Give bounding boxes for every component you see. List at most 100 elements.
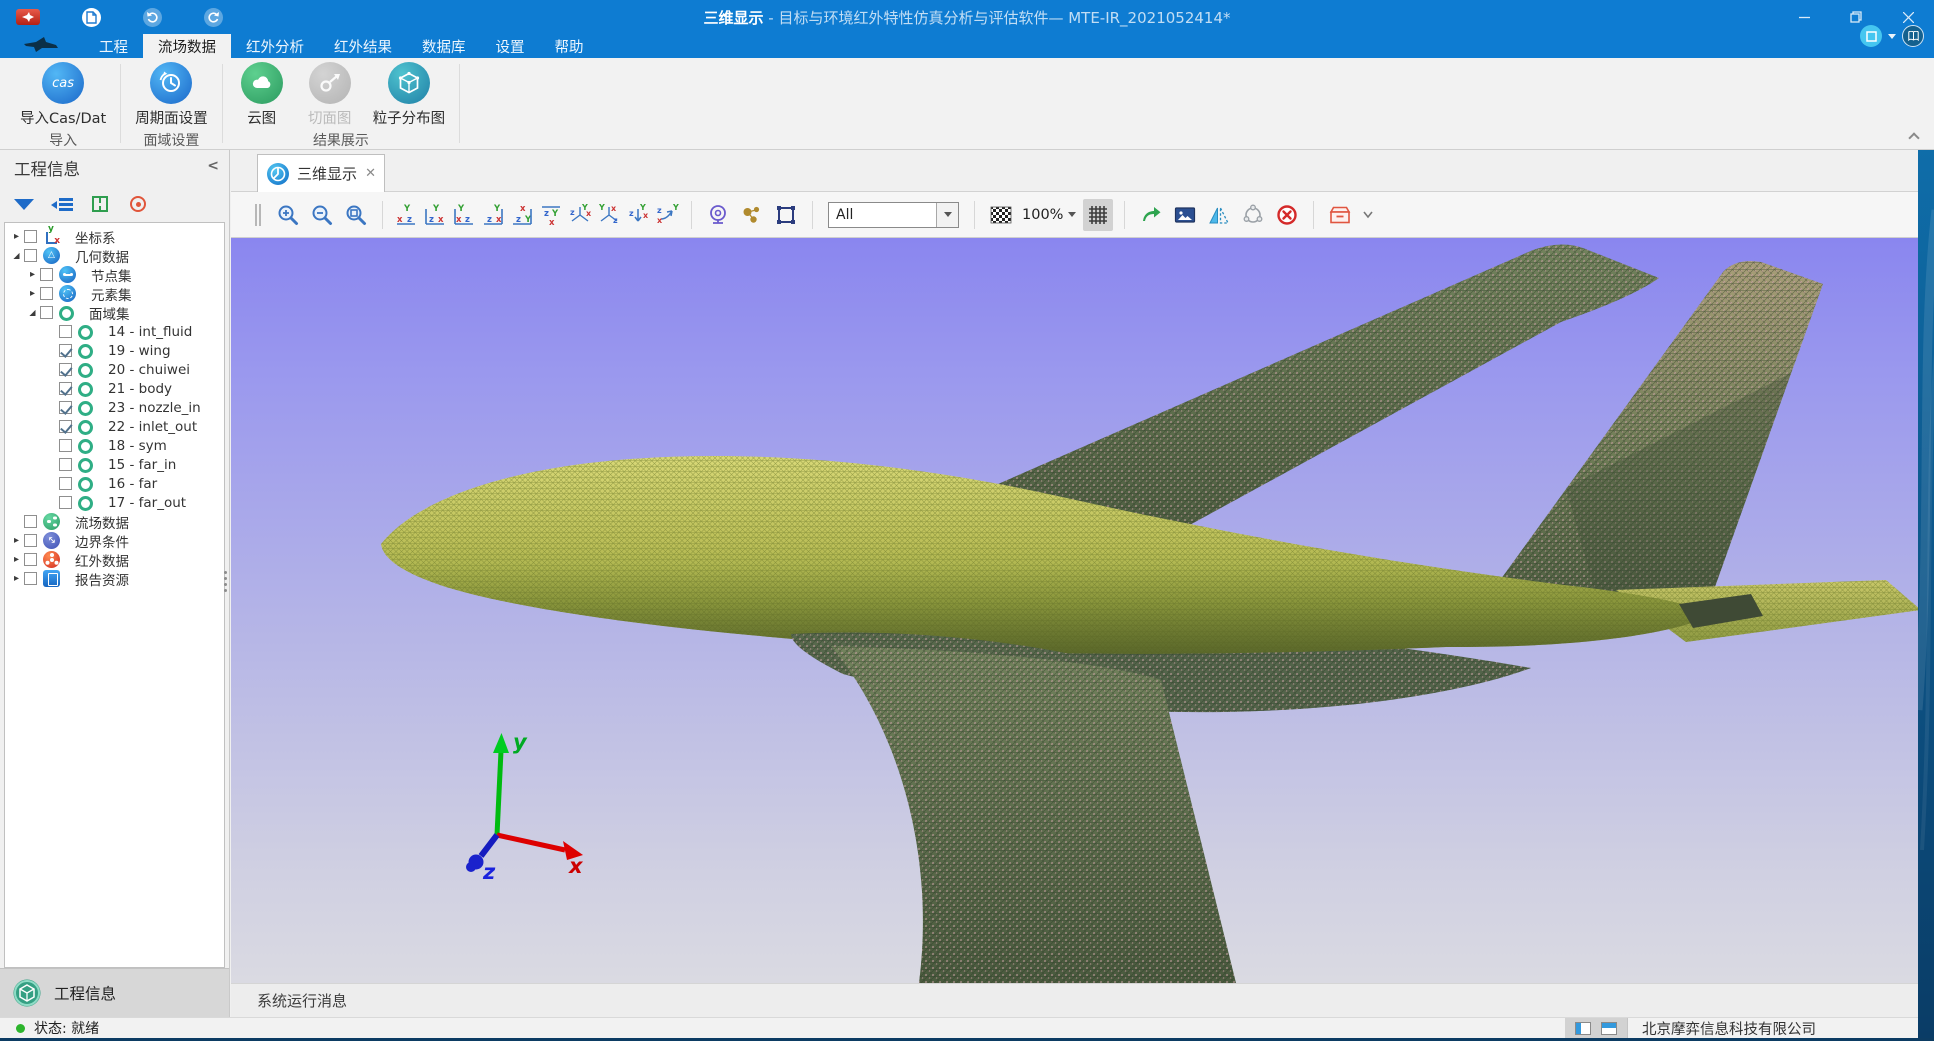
orbit-button[interactable] <box>1238 199 1268 231</box>
zoom-out-button[interactable] <box>307 199 337 231</box>
layout-top-panel-icon[interactable] <box>1601 1022 1617 1035</box>
toolbar-drag-handle[interactable] <box>255 204 261 226</box>
tree-item[interactable]: 22 - inlet_out <box>5 417 224 436</box>
tree-grid-view-button[interactable] <box>88 192 112 216</box>
visibility-checkbox[interactable] <box>40 287 53 300</box>
tree-item[interactable]: 19 - wing <box>5 341 224 360</box>
expand-arrow-icon[interactable] <box>26 303 39 322</box>
view-front-button[interactable]: xzY <box>394 199 419 231</box>
visibility-checkbox[interactable] <box>59 420 72 433</box>
archive-dropdown-button[interactable] <box>1359 199 1377 231</box>
zoom-level-dropdown[interactable]: 100% <box>1022 207 1076 223</box>
view-iso-ne-button[interactable]: zxY <box>655 199 680 231</box>
tree-item[interactable]: 面域集 <box>5 303 224 322</box>
particle-trace-button[interactable] <box>737 199 767 231</box>
export-view-button[interactable] <box>1136 199 1166 231</box>
redo-button[interactable] <box>204 8 223 27</box>
minimize-button[interactable] <box>1778 0 1830 34</box>
visibility-checkbox[interactable] <box>40 306 53 319</box>
tree-item[interactable]: 边界条件 <box>5 531 224 550</box>
visibility-checkbox[interactable] <box>24 515 37 528</box>
visibility-checkbox[interactable] <box>59 325 72 338</box>
menu-tab[interactable]: 流场数据 <box>143 34 231 58</box>
view-left-button[interactable]: xzY <box>452 199 477 231</box>
visibility-checkbox[interactable] <box>40 268 53 281</box>
view-right-button[interactable]: zxY <box>481 199 506 231</box>
view-iso-sw-button[interactable]: zYx <box>568 199 593 231</box>
expand-arrow-icon[interactable] <box>10 246 23 265</box>
style-dropdown-caret[interactable] <box>1888 34 1896 39</box>
project-info-dock-tab[interactable]: 工程信息 <box>0 968 229 1017</box>
tab-3d-view[interactable]: 三维显示 ✕ <box>257 154 385 192</box>
layout-left-panel-icon[interactable] <box>1575 1022 1591 1035</box>
tree-item[interactable]: 几何数据 <box>5 246 224 265</box>
style-switch-button[interactable] <box>1860 25 1882 47</box>
expand-arrow-icon[interactable] <box>10 227 23 246</box>
menu-tab[interactable]: 帮助 <box>540 34 599 58</box>
tree-item[interactable]: 元素集 <box>5 284 224 303</box>
visibility-checkbox[interactable] <box>59 496 72 509</box>
tree-item[interactable]: 报告资源 <box>5 569 224 588</box>
zoom-fit-button[interactable] <box>341 199 371 231</box>
menu-tab[interactable]: 数据库 <box>407 34 481 58</box>
tree-item[interactable]: 23 - nozzle_in <box>5 398 224 417</box>
view-iso-se-button[interactable]: Yxz <box>597 199 622 231</box>
periodic-surface-settings-button[interactable]: 周期面设置 <box>131 62 212 128</box>
tree-collapse-all-button[interactable] <box>50 192 74 216</box>
expand-arrow-icon[interactable] <box>10 531 23 550</box>
viewport-3d[interactable]: y x z <box>231 238 1918 983</box>
tree-filter-button[interactable] <box>12 192 36 216</box>
visibility-checkbox[interactable] <box>59 382 72 395</box>
visibility-checkbox[interactable] <box>59 439 72 452</box>
menu-tab[interactable]: 设置 <box>481 34 540 58</box>
tree-item[interactable]: 流场数据 <box>5 512 224 531</box>
undo-button[interactable] <box>143 8 162 27</box>
tree-item[interactable]: 18 - sym <box>5 436 224 455</box>
snapshot-button[interactable] <box>1170 199 1200 231</box>
visibility-checkbox[interactable] <box>24 572 37 585</box>
view-top-button[interactable]: zYx <box>510 199 535 231</box>
visibility-checkbox[interactable] <box>59 344 72 357</box>
tab-close-icon[interactable]: ✕ <box>365 166 376 181</box>
visibility-checkbox[interactable] <box>24 534 37 547</box>
display-filter-combobox[interactable]: All <box>828 202 959 228</box>
transparency-button[interactable] <box>986 199 1016 231</box>
menu-tab[interactable]: 工程 <box>84 34 143 58</box>
tree-item[interactable]: 14 - int_fluid <box>5 322 224 341</box>
visibility-checkbox[interactable] <box>59 401 72 414</box>
archive-box-button[interactable] <box>1325 199 1355 231</box>
probe-button[interactable] <box>703 199 733 231</box>
visibility-checkbox[interactable] <box>59 363 72 376</box>
particle-distribution-button[interactable]: 粒子分布图 <box>369 62 450 128</box>
expand-arrow-icon[interactable] <box>10 569 23 588</box>
view-bottom-button[interactable]: zYx <box>539 199 564 231</box>
tree-item[interactable]: 节点集 <box>5 265 224 284</box>
visibility-checkbox[interactable] <box>24 230 37 243</box>
box-select-button[interactable] <box>771 199 801 231</box>
mirror-button[interactable] <box>1204 199 1234 231</box>
menu-tab[interactable]: 红外分析 <box>231 34 319 58</box>
tree-item[interactable]: 16 - far <box>5 474 224 493</box>
expand-arrow-icon[interactable] <box>26 265 39 284</box>
ribbon-collapse-chevron-icon[interactable] <box>1908 132 1919 143</box>
tree-locate-button[interactable] <box>126 192 150 216</box>
tree-item[interactable]: 17 - far_out <box>5 493 224 512</box>
tree-item[interactable]: 21 - body <box>5 379 224 398</box>
clear-view-button[interactable] <box>1272 199 1302 231</box>
tree-item[interactable]: 15 - far_in <box>5 455 224 474</box>
visibility-checkbox[interactable] <box>59 458 72 471</box>
import-cas-dat-button[interactable]: cas 导入Cas/Dat <box>16 62 110 128</box>
view-iso-down-button[interactable]: zYx <box>626 199 651 231</box>
contour-plot-button[interactable]: 云图 <box>233 62 291 128</box>
visibility-checkbox[interactable] <box>59 477 72 490</box>
view-back-button[interactable]: zxY <box>423 199 448 231</box>
combobox-dropdown-button[interactable] <box>936 203 958 227</box>
tree-item[interactable]: 20 - chuiwei <box>5 360 224 379</box>
tree-item[interactable]: 坐标系 <box>5 227 224 246</box>
visibility-checkbox[interactable] <box>24 249 37 262</box>
new-document-button[interactable] <box>82 8 101 27</box>
panel-splitter[interactable] <box>224 568 228 595</box>
help-book-button[interactable] <box>1902 25 1924 47</box>
app-logo-button[interactable] <box>16 9 40 25</box>
expand-arrow-icon[interactable] <box>10 550 23 569</box>
